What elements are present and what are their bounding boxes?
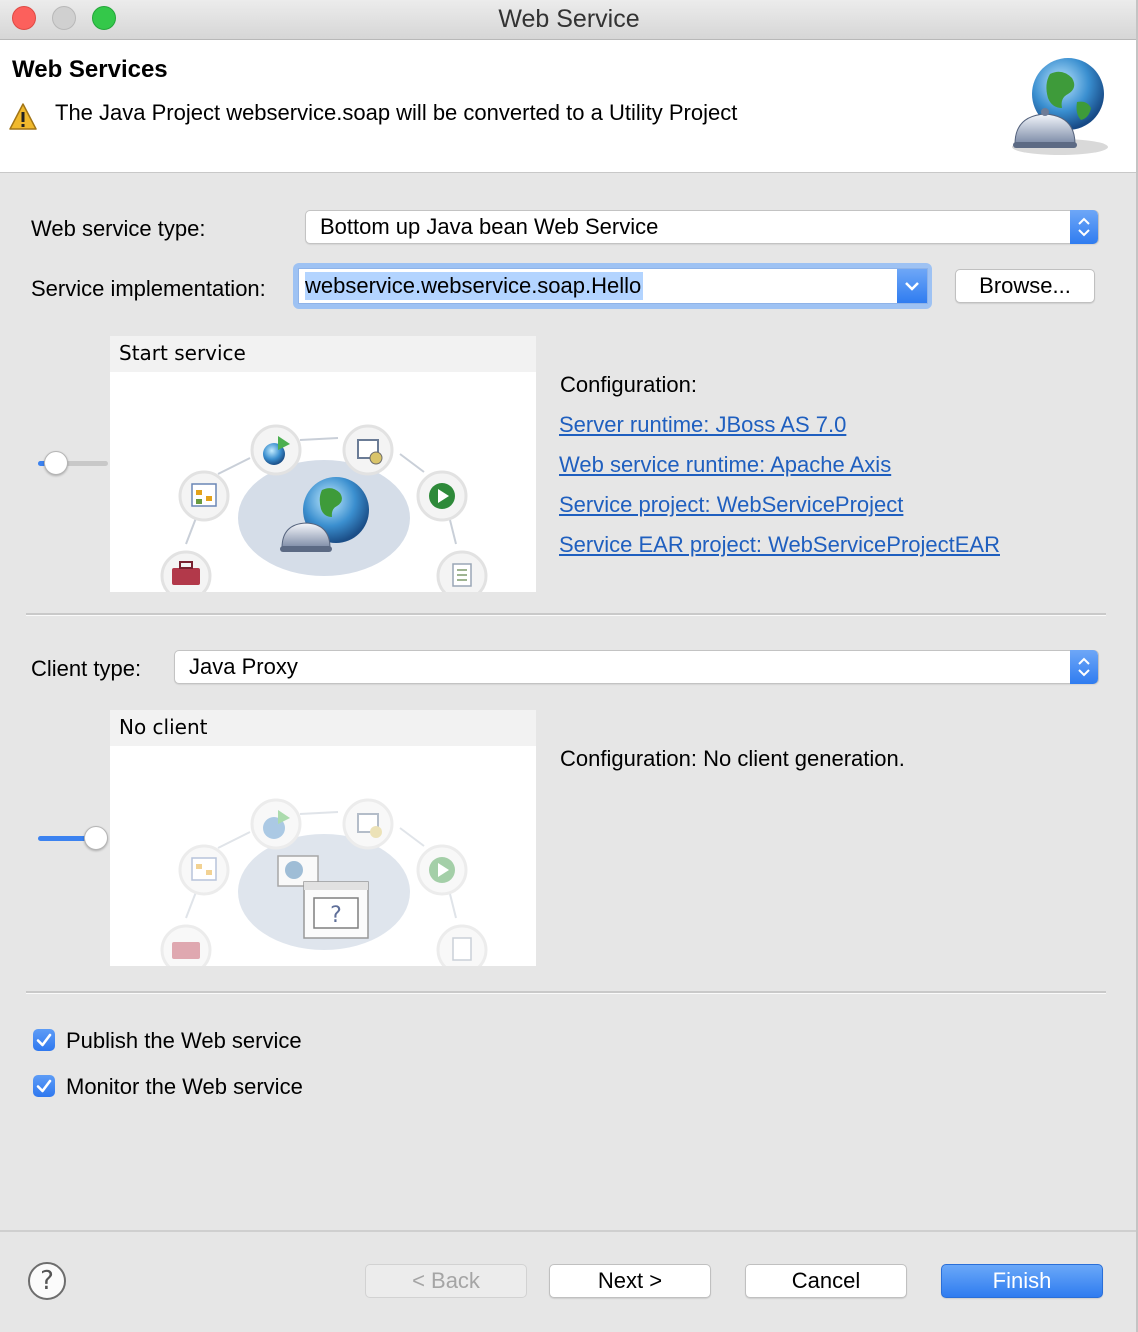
client-level-panel: No client ?: [110, 710, 536, 976]
publish-checkbox[interactable]: [33, 1029, 55, 1051]
deploy-icon: [250, 424, 302, 476]
client-lifecycle-diagram: ?: [160, 798, 488, 976]
footer-divider: [0, 1230, 1136, 1232]
service-ear-project-link[interactable]: Service EAR project: WebServiceProjectEA…: [559, 532, 1000, 558]
updown-arrows-icon: [1070, 210, 1098, 244]
client-configuration-text: Configuration: No client generation.: [560, 746, 905, 771]
service-lifecycle-diagram: [160, 424, 488, 602]
web-service-runtime-link[interactable]: Web service runtime: Apache Axis: [559, 452, 891, 478]
section-divider: [26, 613, 1106, 616]
window-title: Web Service: [498, 5, 640, 33]
banner-message: The Java Project webservice.soap will be…: [55, 100, 738, 125]
toolbox-icon: [160, 924, 212, 976]
service-configuration-heading: Configuration:: [560, 372, 697, 397]
document-icon: [436, 924, 488, 976]
diagram-icon: [178, 844, 230, 896]
server-icon: [342, 798, 394, 850]
section-divider: [26, 991, 1106, 994]
warning-icon: [9, 103, 37, 130]
web-service-type-label: Web service type:: [31, 216, 206, 241]
deploy-icon: [250, 798, 302, 850]
checkmark-icon: [36, 1079, 52, 1093]
monitor-checkbox[interactable]: [33, 1075, 55, 1097]
finish-button[interactable]: Finish: [941, 1264, 1103, 1298]
client-slider-caption: No client: [110, 710, 536, 746]
back-button[interactable]: < Back: [365, 1264, 527, 1298]
server-runtime-link[interactable]: Server runtime: JBoss AS 7.0: [559, 412, 846, 438]
client-type-value: Java Proxy: [189, 654, 298, 679]
service-level-panel: Start service: [110, 336, 536, 602]
service-implementation-label: Service implementation:: [31, 276, 266, 301]
toolbox-icon: [160, 550, 212, 602]
service-slider-thumb[interactable]: [44, 451, 68, 475]
client-type-select[interactable]: Java Proxy: [174, 650, 1099, 684]
publish-label[interactable]: Publish the Web service: [66, 1028, 302, 1054]
service-project-link[interactable]: Service project: WebServiceProject: [559, 492, 903, 518]
diagram-icon: [178, 470, 230, 522]
web-service-type-select[interactable]: Bottom up Java bean Web Service: [305, 210, 1099, 244]
play-icon: [416, 470, 468, 522]
client-slider-thumb[interactable]: [84, 826, 108, 850]
service-implementation-combo[interactable]: webservice.webservice.soap.Hello: [298, 268, 928, 304]
client-type-label: Client type:: [31, 656, 142, 681]
document-icon: [436, 550, 488, 602]
service-implementation-input[interactable]: webservice.webservice.soap.Hello: [305, 272, 644, 300]
monitor-label[interactable]: Monitor the Web service: [66, 1074, 303, 1100]
next-button[interactable]: Next >: [549, 1264, 711, 1298]
service-slider-caption: Start service: [110, 336, 536, 372]
help-icon[interactable]: ?: [28, 1262, 66, 1300]
chevron-down-icon[interactable]: [897, 269, 927, 303]
web-service-type-value: Bottom up Java bean Web Service: [320, 214, 659, 239]
svg-text:?: ?: [330, 903, 342, 928]
updown-arrows-icon: [1070, 650, 1098, 684]
page-title: Web Services: [12, 56, 168, 83]
globe-bell-icon: [1012, 58, 1108, 155]
cancel-button[interactable]: Cancel: [745, 1264, 907, 1298]
play-icon: [416, 844, 468, 896]
browse-button[interactable]: Browse...: [955, 269, 1095, 303]
server-icon: [342, 424, 394, 476]
checkmark-icon: [36, 1033, 52, 1047]
